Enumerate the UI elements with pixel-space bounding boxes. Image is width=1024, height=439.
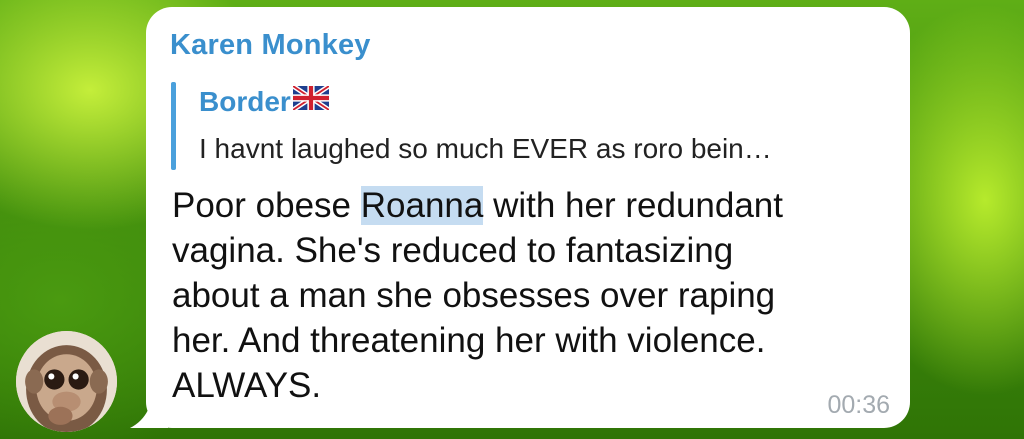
- message-bubble[interactable]: Karen Monkey Border I havnt laughed so m…: [146, 7, 910, 428]
- uk-flag-icon: [291, 83, 331, 117]
- reply-preview: I havnt laughed so much EVER as roro bei…: [199, 133, 772, 164]
- message-line-3: about a man she obsesses over raping: [172, 276, 776, 315]
- reply-quote[interactable]: Border I havnt laughed so much EVER as r…: [171, 82, 871, 170]
- message-line-1-before: Poor obese: [172, 186, 361, 225]
- message-time: 00:36: [827, 391, 890, 419]
- message-line-2: vagina. She's reduced to fantasizing: [172, 231, 734, 270]
- sender-avatar[interactable]: [16, 331, 117, 432]
- message-line-1-after: with her redundant: [483, 186, 783, 225]
- message-line-4: her. And threatening her with violence.: [172, 321, 766, 360]
- message-line-5: ALWAYS.: [172, 366, 322, 405]
- message-line-1: Poor obese Roanna with her redundant: [172, 183, 892, 228]
- reply-author-name: Border: [199, 86, 291, 117]
- highlighted-word[interactable]: Roanna: [360, 186, 484, 225]
- reply-author: Border: [199, 83, 331, 120]
- message-text: Poor obese Roanna with her redundant vag…: [172, 183, 892, 408]
- sender-name[interactable]: Karen Monkey: [170, 29, 371, 62]
- monkey-avatar-icon: [16, 331, 117, 432]
- reply-bar: [171, 82, 176, 170]
